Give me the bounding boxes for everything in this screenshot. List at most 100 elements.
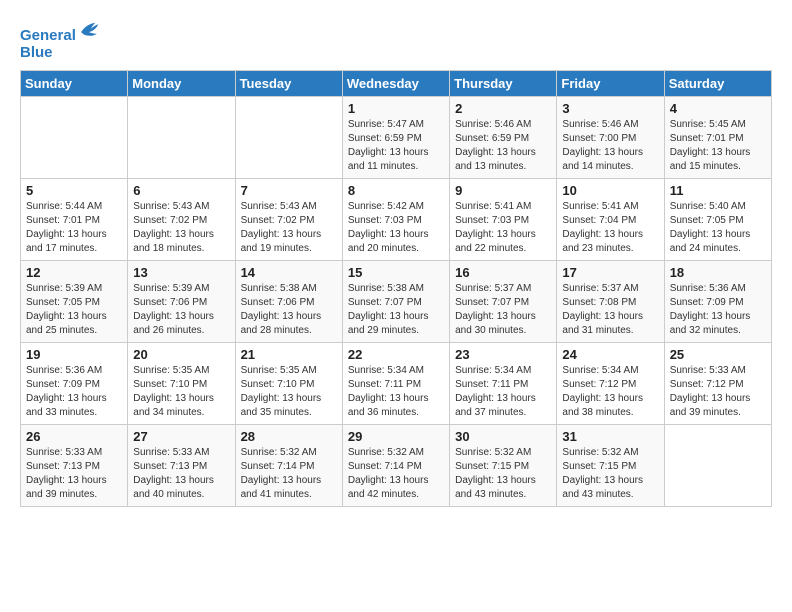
cell-details: Sunrise: 5:44 AM Sunset: 7:01 PM Dayligh… (26, 200, 122, 256)
day-number: 7 (241, 183, 337, 198)
cell-details: Sunrise: 5:43 AM Sunset: 7:02 PM Dayligh… (133, 200, 229, 256)
cell-details: Sunrise: 5:38 AM Sunset: 7:06 PM Dayligh… (241, 282, 337, 338)
calendar-week-row: 5Sunrise: 5:44 AM Sunset: 7:01 PM Daylig… (21, 178, 772, 260)
cell-details: Sunrise: 5:33 AM Sunset: 7:13 PM Dayligh… (26, 446, 122, 502)
day-number: 11 (670, 183, 766, 198)
cell-details: Sunrise: 5:39 AM Sunset: 7:05 PM Dayligh… (26, 282, 122, 338)
calendar-cell: 28Sunrise: 5:32 AM Sunset: 7:14 PM Dayli… (235, 424, 342, 506)
cell-details: Sunrise: 5:47 AM Sunset: 6:59 PM Dayligh… (348, 118, 444, 174)
day-number: 26 (26, 429, 122, 444)
calendar-cell: 13Sunrise: 5:39 AM Sunset: 7:06 PM Dayli… (128, 260, 235, 342)
calendar-week-row: 1 Sunrise: 5:47 AM Sunset: 6:59 PM Daylig… (21, 96, 772, 178)
col-header-sunday: Sunday (21, 70, 128, 96)
day-number: 3 (562, 101, 658, 116)
calendar-cell: 8 Sunrise: 5:42 AM Sunset: 7:03 PM Daylig… (342, 178, 449, 260)
col-header-monday: Monday (128, 70, 235, 96)
cell-details: Sunrise: 5:42 AM Sunset: 7:03 PM Dayligh… (348, 200, 444, 256)
calendar-cell: 15Sunrise: 5:38 AM Sunset: 7:07 PM Dayli… (342, 260, 449, 342)
day-number: 4 (670, 101, 766, 116)
cell-details: Sunrise: 5:37 AM Sunset: 7:08 PM Dayligh… (562, 282, 658, 338)
calendar-cell: 9 Sunrise: 5:41 AM Sunset: 7:03 PM Daylig… (450, 178, 557, 260)
calendar-cell (128, 96, 235, 178)
calendar-cell: 1 Sunrise: 5:47 AM Sunset: 6:59 PM Daylig… (342, 96, 449, 178)
calendar-cell: 7 Sunrise: 5:43 AM Sunset: 7:02 PM Daylig… (235, 178, 342, 260)
cell-details: Sunrise: 5:36 AM Sunset: 7:09 PM Dayligh… (670, 282, 766, 338)
cell-details: Sunrise: 5:34 AM Sunset: 7:11 PM Dayligh… (348, 364, 444, 420)
cell-details: Sunrise: 5:32 AM Sunset: 7:15 PM Dayligh… (562, 446, 658, 502)
header: General Blue (20, 18, 772, 62)
calendar-cell: 11 Sunrise: 5:40 AM Sunset: 7:05 PM Dayli… (664, 178, 771, 260)
cell-details: Sunrise: 5:35 AM Sunset: 7:10 PM Dayligh… (241, 364, 337, 420)
calendar-cell: 12Sunrise: 5:39 AM Sunset: 7:05 PM Dayli… (21, 260, 128, 342)
day-number: 28 (241, 429, 337, 444)
calendar-cell: 16 Sunrise: 5:37 AM Sunset: 7:07 PM Dayli… (450, 260, 557, 342)
calendar-cell: 29Sunrise: 5:32 AM Sunset: 7:14 PM Dayli… (342, 424, 449, 506)
day-number: 19 (26, 347, 122, 362)
calendar-week-row: 12Sunrise: 5:39 AM Sunset: 7:05 PM Dayli… (21, 260, 772, 342)
calendar-cell: 23Sunrise: 5:34 AM Sunset: 7:11 PM Dayli… (450, 342, 557, 424)
day-number: 30 (455, 429, 551, 444)
col-header-friday: Friday (557, 70, 664, 96)
cell-details: Sunrise: 5:45 AM Sunset: 7:01 PM Dayligh… (670, 118, 766, 174)
calendar-header-row: SundayMondayTuesdayWednesdayThursdayFrid… (21, 70, 772, 96)
cell-details: Sunrise: 5:33 AM Sunset: 7:12 PM Dayligh… (670, 364, 766, 420)
cell-details: Sunrise: 5:41 AM Sunset: 7:04 PM Dayligh… (562, 200, 658, 256)
cell-details: Sunrise: 5:32 AM Sunset: 7:15 PM Dayligh… (455, 446, 551, 502)
calendar-cell (664, 424, 771, 506)
calendar-table: SundayMondayTuesdayWednesdayThursdayFrid… (20, 70, 772, 507)
day-number: 25 (670, 347, 766, 362)
calendar-week-row: 26 Sunrise: 5:33 AM Sunset: 7:13 PM Dayli… (21, 424, 772, 506)
cell-details: Sunrise: 5:33 AM Sunset: 7:13 PM Dayligh… (133, 446, 229, 502)
cell-details: Sunrise: 5:34 AM Sunset: 7:12 PM Dayligh… (562, 364, 658, 420)
calendar-cell: 5Sunrise: 5:44 AM Sunset: 7:01 PM Daylig… (21, 178, 128, 260)
cell-details: Sunrise: 5:46 AM Sunset: 6:59 PM Dayligh… (455, 118, 551, 174)
logo-blue: Blue (20, 44, 100, 61)
day-number: 24 (562, 347, 658, 362)
day-number: 2 (455, 101, 551, 116)
calendar-cell: 25 Sunrise: 5:33 AM Sunset: 7:12 PM Dayli… (664, 342, 771, 424)
col-header-saturday: Saturday (664, 70, 771, 96)
calendar-cell: 31 Sunrise: 5:32 AM Sunset: 7:15 PM Dayli… (557, 424, 664, 506)
calendar-cell: 14 Sunrise: 5:38 AM Sunset: 7:06 PM Dayli… (235, 260, 342, 342)
calendar-cell: 3 Sunrise: 5:46 AM Sunset: 7:00 PM Daylig… (557, 96, 664, 178)
calendar-cell: 30 Sunrise: 5:32 AM Sunset: 7:15 PM Dayli… (450, 424, 557, 506)
calendar-cell: 6 Sunrise: 5:43 AM Sunset: 7:02 PM Daylig… (128, 178, 235, 260)
day-number: 10 (562, 183, 658, 198)
cell-details: Sunrise: 5:35 AM Sunset: 7:10 PM Dayligh… (133, 364, 229, 420)
calendar-cell (235, 96, 342, 178)
day-number: 9 (455, 183, 551, 198)
logo: General Blue (20, 18, 100, 62)
day-number: 18 (670, 265, 766, 280)
cell-details: Sunrise: 5:39 AM Sunset: 7:06 PM Dayligh… (133, 282, 229, 338)
cell-details: Sunrise: 5:36 AM Sunset: 7:09 PM Dayligh… (26, 364, 122, 420)
cell-details: Sunrise: 5:46 AM Sunset: 7:00 PM Dayligh… (562, 118, 658, 174)
day-number: 27 (133, 429, 229, 444)
logo-text: General (20, 18, 100, 44)
cell-details: Sunrise: 5:41 AM Sunset: 7:03 PM Dayligh… (455, 200, 551, 256)
col-header-thursday: Thursday (450, 70, 557, 96)
day-number: 8 (348, 183, 444, 198)
cell-details: Sunrise: 5:40 AM Sunset: 7:05 PM Dayligh… (670, 200, 766, 256)
calendar-cell: 20 Sunrise: 5:35 AM Sunset: 7:10 PM Dayli… (128, 342, 235, 424)
col-header-tuesday: Tuesday (235, 70, 342, 96)
calendar-cell: 21 Sunrise: 5:35 AM Sunset: 7:10 PM Dayli… (235, 342, 342, 424)
cell-details: Sunrise: 5:38 AM Sunset: 7:07 PM Dayligh… (348, 282, 444, 338)
page: General Blue SundayMondayTuesdayWednesda… (0, 0, 792, 517)
cell-details: Sunrise: 5:43 AM Sunset: 7:02 PM Dayligh… (241, 200, 337, 256)
col-header-wednesday: Wednesday (342, 70, 449, 96)
day-number: 14 (241, 265, 337, 280)
calendar-cell: 26 Sunrise: 5:33 AM Sunset: 7:13 PM Dayli… (21, 424, 128, 506)
day-number: 31 (562, 429, 658, 444)
calendar-cell: 10 Sunrise: 5:41 AM Sunset: 7:04 PM Dayli… (557, 178, 664, 260)
cell-details: Sunrise: 5:34 AM Sunset: 7:11 PM Dayligh… (455, 364, 551, 420)
calendar-week-row: 19 Sunrise: 5:36 AM Sunset: 7:09 PM Dayli… (21, 342, 772, 424)
day-number: 1 (348, 101, 444, 116)
calendar-cell: 27 Sunrise: 5:33 AM Sunset: 7:13 PM Dayli… (128, 424, 235, 506)
day-number: 6 (133, 183, 229, 198)
day-number: 16 (455, 265, 551, 280)
cell-details: Sunrise: 5:32 AM Sunset: 7:14 PM Dayligh… (348, 446, 444, 502)
day-number: 20 (133, 347, 229, 362)
day-number: 22 (348, 347, 444, 362)
day-number: 21 (241, 347, 337, 362)
cell-details: Sunrise: 5:37 AM Sunset: 7:07 PM Dayligh… (455, 282, 551, 338)
